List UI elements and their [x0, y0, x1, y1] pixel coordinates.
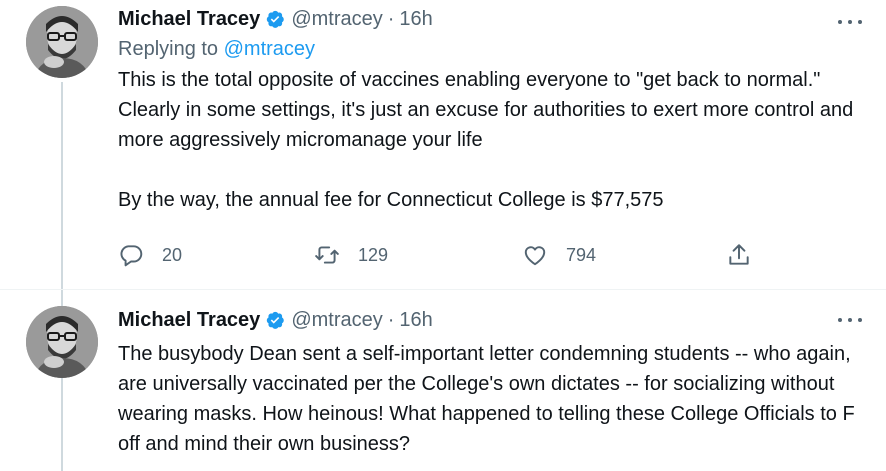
thread-line	[61, 82, 63, 471]
reply-button[interactable]: 20	[118, 242, 182, 268]
more-options-icon[interactable]	[838, 14, 862, 30]
share-icon	[729, 244, 749, 265]
author-handle[interactable]: @mtracey	[291, 307, 382, 333]
tweet-divider	[0, 289, 886, 290]
verified-badge-icon	[267, 311, 285, 329]
like-count: 794	[566, 244, 597, 265]
timestamp[interactable]: 16h	[399, 6, 432, 32]
replying-to: Replying to @mtracey	[118, 36, 872, 62]
author-name[interactable]: Michael Tracey	[118, 6, 260, 32]
tweet-text: The busybody Dean sent a self-important …	[118, 343, 855, 455]
verified-badge-icon	[267, 10, 285, 28]
reply-icon	[120, 245, 143, 267]
avatar[interactable]	[26, 6, 98, 78]
tweet-actions: 20 129 794	[118, 242, 758, 268]
tweet-content: Michael Tracey @mtracey · 16h Replying t…	[118, 6, 872, 215]
tweet-header: Michael Tracey @mtracey · 16h	[118, 307, 872, 333]
avatar-image	[26, 306, 98, 378]
replying-prefix: Replying to	[118, 38, 219, 60]
tweet-header: Michael Tracey @mtracey · 16h	[118, 6, 872, 32]
replying-to-handle-link[interactable]: @mtracey	[224, 38, 315, 60]
like-button[interactable]: 794	[522, 242, 596, 268]
avatar[interactable]	[26, 306, 98, 378]
author-name[interactable]: Michael Tracey	[118, 307, 260, 333]
retweet-button[interactable]: 129	[314, 242, 388, 268]
author-handle[interactable]: @mtracey	[291, 6, 382, 32]
reply-count: 20	[162, 244, 183, 265]
more-options-icon[interactable]	[838, 312, 862, 328]
like-icon	[524, 246, 546, 266]
tweet-text: This is the total opposite of vaccines e…	[118, 69, 854, 211]
avatar-image	[26, 6, 98, 78]
retweet-icon	[315, 246, 339, 264]
tweet-content: Michael Tracey @mtracey · 16h The busybo…	[118, 307, 872, 459]
share-button[interactable]	[726, 242, 752, 268]
retweet-count: 129	[358, 244, 389, 265]
timestamp[interactable]: 16h	[399, 307, 432, 333]
separator: ·	[387, 309, 395, 331]
separator: ·	[387, 8, 395, 30]
